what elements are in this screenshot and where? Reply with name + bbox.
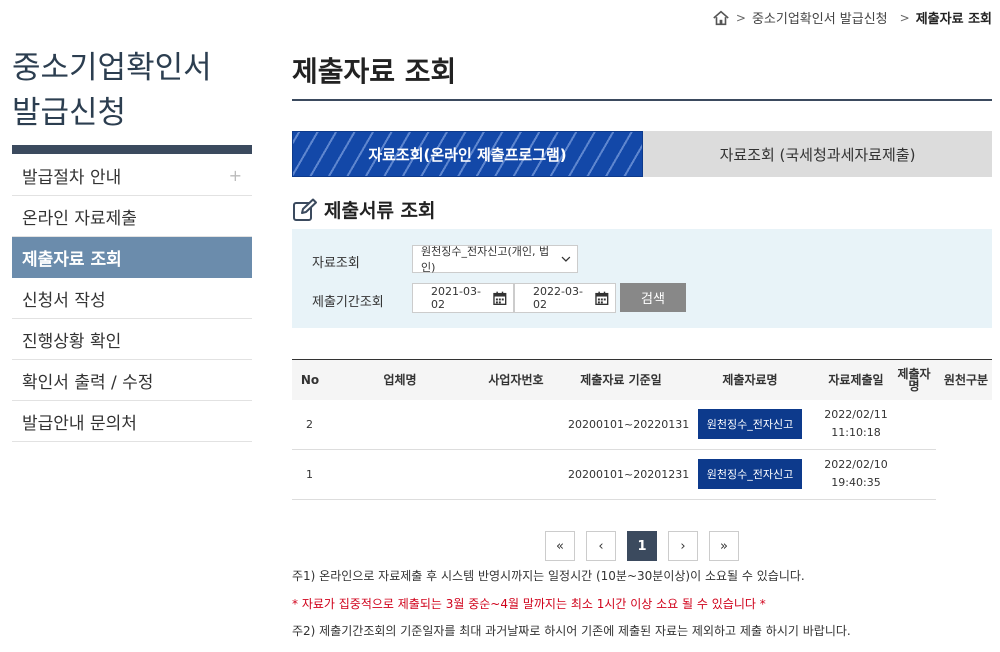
sidebar-item-label: 발급안내 문의처 (22, 413, 137, 434)
period-label: 제출기간조회 (312, 295, 384, 310)
calendar-icon[interactable] (595, 291, 609, 305)
sidebar-item-label: 신청서 작성 (22, 290, 106, 311)
sidebar-item-contact[interactable]: 발급안내 문의처 (12, 401, 252, 442)
column-header-period: 제출자료 기준일 (580, 373, 662, 387)
first-page-button[interactable]: « (545, 531, 575, 561)
column-header-company: 업체명 (383, 373, 417, 387)
edit-icon (293, 198, 317, 221)
date-from-value: 2021-03-02 (431, 285, 481, 311)
note-1: 주1) 온라인으로 자료제출 후 시스템 반영시까지는 일정시간 (10분~30… (292, 569, 805, 583)
row-no: 1 (306, 468, 313, 481)
row-period: 20200101~20220131 (568, 418, 690, 431)
sidebar-item-print[interactable]: 확인서 출력 / 수정 (12, 360, 252, 401)
column-header-submitter: 제출자명 (897, 367, 931, 393)
home-icon[interactable] (712, 9, 730, 27)
tab-online-program[interactable]: 자료조회(온라인 제출프로그램) (292, 131, 643, 177)
sidebar-item-label: 진행상황 확인 (22, 331, 122, 352)
sidebar-title-line2: 발급신청 (12, 95, 127, 131)
section-title: 제출서류 조회 (292, 196, 436, 223)
next-page-button[interactable]: › (668, 531, 698, 561)
doc-name-button[interactable]: 원천징수_전자신고 (698, 409, 802, 439)
sidebar-item-label: 제출자료 조회 (22, 250, 122, 270)
sidebar-item-application[interactable]: 신청서 작성 (12, 278, 252, 319)
row-submit-time: 11:10:18 (831, 426, 881, 439)
sidebar-item-label: 발급절차 안내 (22, 167, 122, 188)
tab-tax-data[interactable]: 자료조회 (국세청과세자료제출) (643, 131, 992, 177)
page-title: 제출자료 조회 (292, 55, 457, 88)
column-header-type: 원천구분 (943, 373, 989, 387)
sidebar-item-procedure[interactable]: 발급절차 안내 + (12, 155, 252, 196)
calendar-icon[interactable] (493, 291, 507, 305)
chevron-down-icon (561, 256, 571, 262)
type-select-value: 원천징수_전자신고(개인, 법인) (421, 245, 550, 274)
sidebar-divider (12, 145, 252, 154)
column-header-no: No (300, 373, 320, 387)
row-period: 20200101~20201231 (568, 468, 690, 481)
doc-name-button[interactable]: 원천징수_전자신고 (698, 459, 802, 489)
prev-page-button[interactable]: ‹ (586, 531, 616, 561)
search-button[interactable]: 검색 (620, 283, 686, 312)
tab-bar: 자료조회(온라인 제출프로그램) 자료조회 (국세청과세자료제출) (292, 131, 992, 177)
table-row: 1 20200101~20201231 원천징수_전자신고 2022/02/10… (292, 450, 936, 500)
search-panel: 자료조회 원천징수_전자신고(개인, 법인) 제출기간조회 2021-03-02… (292, 229, 992, 328)
date-to-field[interactable]: 2022-03-02 (514, 283, 616, 313)
sidebar-item-label: 온라인 자료제출 (22, 208, 137, 229)
results-table: No 업체명 사업자번호 제출자료 기준일 제출자료명 자료제출일 제출자명 원… (292, 359, 992, 500)
sidebar-item-online-submit[interactable]: 온라인 자료제출 (12, 196, 252, 237)
breadcrumb-separator: > (735, 10, 746, 25)
sidebar-title-line1: 중소기업확인서 (12, 50, 212, 86)
section-title-text: 제출서류 조회 (324, 200, 436, 222)
breadcrumb-item-current: 제출자료 조회 (915, 12, 992, 27)
row-submit-date: 2022/02/11 (824, 408, 888, 421)
row-no: 2 (306, 418, 313, 431)
type-label: 자료조회 (312, 256, 360, 271)
date-to-value: 2022-03-02 (533, 285, 583, 311)
title-divider (292, 99, 992, 101)
pagination: « ‹ 1 › » (545, 531, 739, 561)
column-header-docname: 제출자료명 (722, 373, 778, 387)
sidebar-item-label: 확인서 출력 / 수정 (22, 372, 154, 393)
sidebar-menu: 발급절차 안내 + 온라인 자료제출 제출자료 조회 신청서 작성 진행상황 확… (12, 155, 252, 442)
breadcrumb: > 중소기업확인서 발급신청 > 제출자료 조회 (712, 8, 992, 27)
row-submit-date: 2022/02/10 (824, 458, 888, 471)
type-select[interactable]: 원천징수_전자신고(개인, 법인) (412, 245, 578, 274)
table-header: No 업체명 사업자번호 제출자료 기준일 제출자료명 자료제출일 제출자명 원… (292, 359, 992, 400)
note-warning: * 자료가 집중적으로 제출되는 3월 중순~4월 말까지는 최소 1시간 이상… (292, 597, 766, 611)
sidebar-item-submitted-lookup[interactable]: 제출자료 조회 (12, 237, 252, 278)
table-row: 2 20200101~20220131 원천징수_전자신고 2022/02/11… (292, 400, 936, 450)
sidebar-title: 중소기업확인서 발급신청 (12, 46, 252, 136)
column-header-bizno: 사업자번호 (488, 373, 544, 387)
note-2: 주2) 제출기간조회의 기준일자를 최대 과거날짜로 하시어 기존에 제출된 자… (292, 624, 851, 638)
breadcrumb-separator: > (899, 10, 910, 25)
last-page-button[interactable]: » (709, 531, 739, 561)
breadcrumb-item-apply[interactable]: 중소기업확인서 발급신청 (752, 8, 888, 27)
sidebar-item-progress[interactable]: 진행상황 확인 (12, 319, 252, 360)
expand-plus-icon[interactable]: + (229, 166, 242, 185)
date-from-field[interactable]: 2021-03-02 (412, 283, 514, 313)
column-header-submit-date: 자료제출일 (828, 373, 884, 387)
page-1-button[interactable]: 1 (627, 531, 657, 561)
row-submit-time: 19:40:35 (831, 476, 881, 489)
